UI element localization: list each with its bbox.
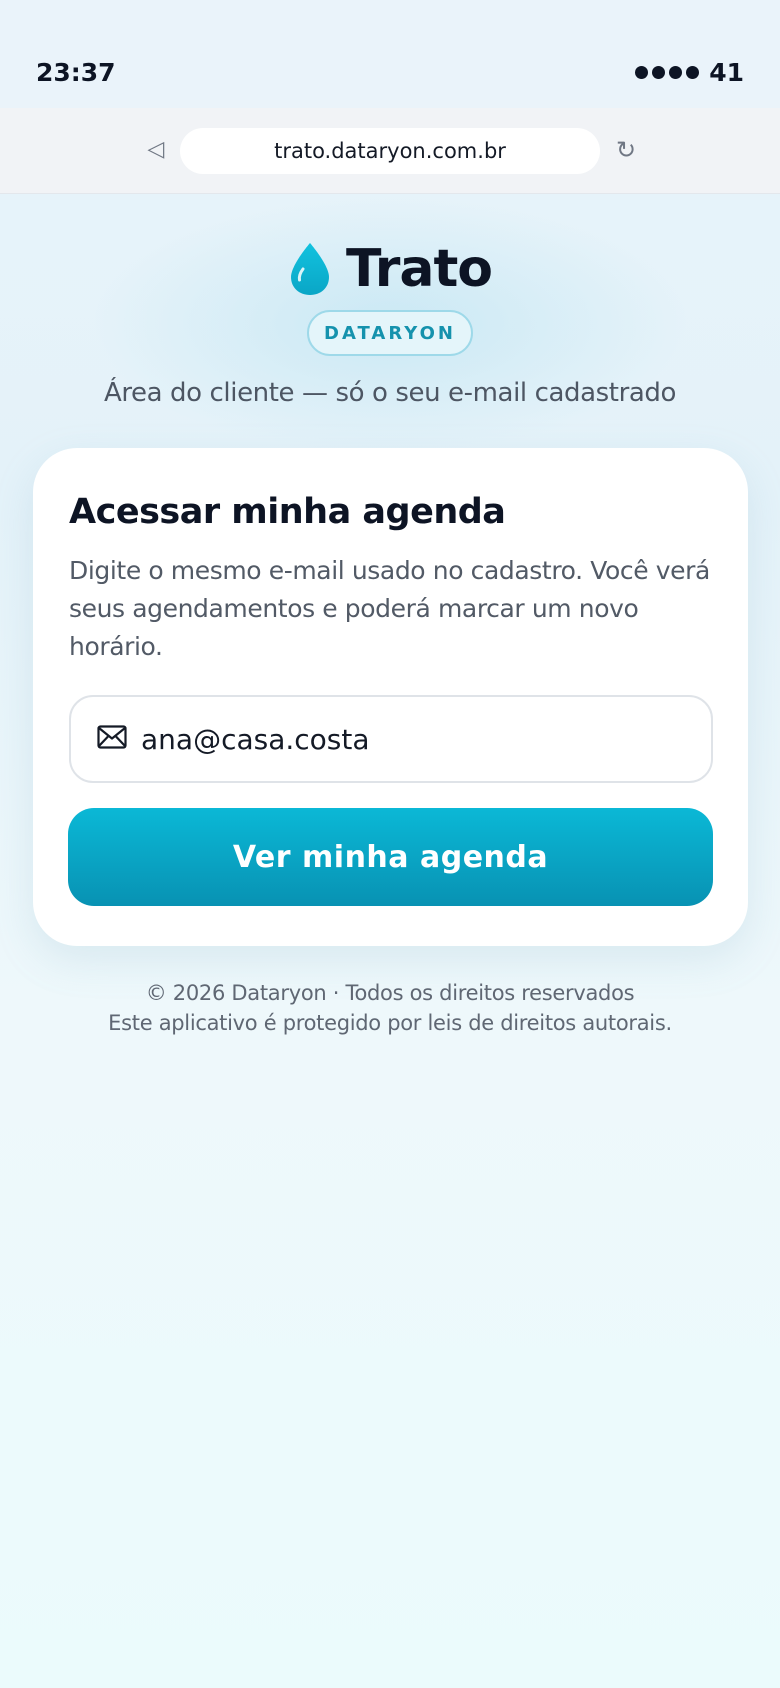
address-bar[interactable]: trato.dataryon.com.br xyxy=(180,128,600,174)
browser-toolbar: ◁ trato.dataryon.com.br ↻ xyxy=(0,108,780,194)
card-description: Digite o mesmo e-mail usado no cadastro.… xyxy=(69,556,710,661)
back-icon[interactable]: ◁ xyxy=(144,136,168,164)
brand-name: Trato xyxy=(345,239,493,299)
reload-icon[interactable]: ↻ xyxy=(612,136,640,164)
status-bar: 23:37 41 xyxy=(0,0,780,108)
footer-legal: Este aplicativo é protegido por leis de … xyxy=(108,1011,672,1035)
brand-header: Trato xyxy=(0,234,780,304)
email-input[interactable] xyxy=(141,711,701,767)
battery-level: 41 xyxy=(709,58,744,87)
footer: © 2026 Dataryon · Todos os direitos rese… xyxy=(0,978,780,1038)
signal-dots-icon xyxy=(635,66,700,79)
tagline: Área do cliente — só o seu e-mail cadast… xyxy=(103,378,677,408)
card-title: Acessar minha agenda xyxy=(69,492,506,532)
status-time: 23:37 xyxy=(36,58,116,87)
company-badge: DATARYON xyxy=(307,310,473,356)
footer-copyright: © 2026 Dataryon · Todos os direitos rese… xyxy=(145,981,635,1005)
view-agenda-button[interactable]: Ver minha agenda xyxy=(68,808,713,906)
mail-icon xyxy=(97,725,127,749)
login-card: Acessar minha agenda Digite o mesmo e-ma… xyxy=(33,448,748,946)
status-indicators: 41 xyxy=(635,58,744,87)
email-field[interactable] xyxy=(69,695,713,783)
water-drop-icon xyxy=(290,243,329,295)
